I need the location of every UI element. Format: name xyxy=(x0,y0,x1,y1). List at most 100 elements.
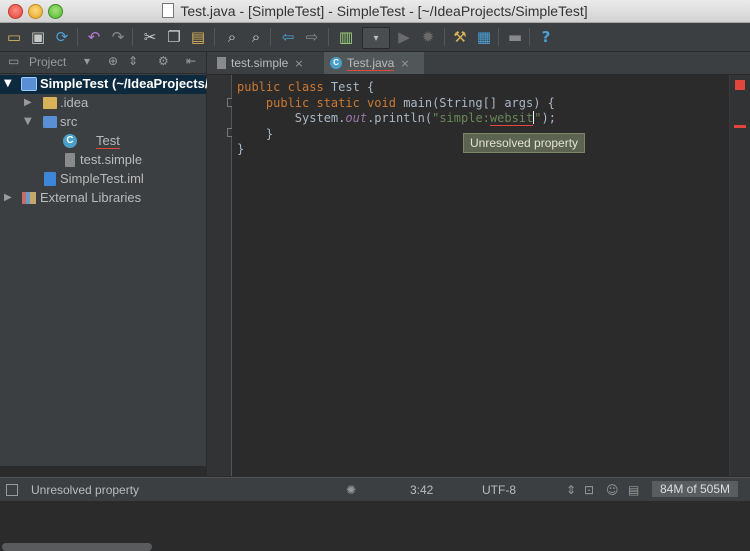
main-toolbar: ▭ ▣ ⟳ ↶ ↷ ✂ ❐ ▤ ⌕ ⌕ ⇦ ⇨ ▥ ▾ ▶ ✹ ⚒ ▦ ▬ ? xyxy=(0,23,750,52)
window-title-text: Test.java - [SimpleTest] - SimpleTest - … xyxy=(180,3,588,19)
toolbar-separator xyxy=(270,28,271,46)
event-log-icon[interactable]: ▤ xyxy=(628,483,639,497)
editor-tab-bar: test.simple × C Test.java × xyxy=(207,52,750,75)
class-icon: C xyxy=(330,57,342,69)
code-text: main(String[] args) { xyxy=(403,95,555,110)
collapse-arrow-icon[interactable]: ▶ xyxy=(4,192,12,203)
module-folder-icon xyxy=(21,77,37,91)
error-indicator-icon[interactable] xyxy=(735,80,745,90)
tree-item-label: External Libraries xyxy=(40,190,142,205)
undo-icon[interactable]: ↶ xyxy=(84,27,104,47)
debug-icon[interactable]: ✹ xyxy=(418,27,438,47)
project-view-icon[interactable]: ▭ xyxy=(8,54,19,68)
code-text: .println( xyxy=(367,111,433,125)
cut-icon[interactable]: ✂ xyxy=(140,27,160,47)
close-tab-icon[interactable]: × xyxy=(294,57,303,70)
hide-panel-icon[interactable]: ⇤ xyxy=(186,54,196,68)
file-icon xyxy=(217,57,226,69)
error-stripe-mark[interactable] xyxy=(734,125,746,128)
progress-spinner-icon: ✺ xyxy=(346,483,357,497)
code-text: Test { xyxy=(330,80,375,94)
save-icon[interactable]: ▣ xyxy=(28,27,48,47)
toolbar-separator xyxy=(498,28,499,46)
document-icon xyxy=(162,3,175,18)
status-bar: Unresolved property ✺ 3:42 UTF-8 ⇕ ⊡ ☺ ▤… xyxy=(0,477,750,501)
tree-item-external-libraries[interactable]: ▶ External Libraries xyxy=(0,189,206,208)
line-separator-icon[interactable]: ⇕ xyxy=(566,483,576,497)
lock-icon[interactable]: ⊡ xyxy=(584,483,594,497)
copy-icon[interactable]: ❐ xyxy=(164,27,184,47)
sdk-icon[interactable]: ▬ xyxy=(505,27,525,47)
toolbar-separator xyxy=(214,28,215,46)
gear-icon[interactable]: ⚙ xyxy=(158,54,169,68)
error-tooltip: Unresolved property xyxy=(463,133,586,153)
toolbar-separator xyxy=(132,28,133,46)
project-panel-label[interactable]: Project xyxy=(29,55,66,69)
tab-test-java[interactable]: C Test.java × xyxy=(324,52,424,74)
make-icon[interactable]: ▥ xyxy=(336,27,356,47)
keyword: public static void xyxy=(265,95,404,110)
toolbar-separator xyxy=(444,28,445,46)
find-icon[interactable]: ⌕ xyxy=(222,27,242,47)
tree-item-test-simple[interactable]: test.simple xyxy=(0,151,206,170)
folder-icon xyxy=(43,97,57,109)
project-panel-header: ▭ Project ▾ ⊕ ⇕ ⚙ ⇤ xyxy=(0,52,207,74)
inspector-icon[interactable]: ☺ xyxy=(606,483,619,497)
redo-icon[interactable]: ↷ xyxy=(108,27,128,47)
string-literal: "simple: xyxy=(432,111,490,125)
library-icon xyxy=(22,192,36,204)
replace-icon[interactable]: ⌕ xyxy=(246,27,266,47)
tab-label: Test.java xyxy=(347,55,395,71)
error-stripe[interactable] xyxy=(729,75,750,476)
paste-icon[interactable]: ▤ xyxy=(188,27,208,47)
memory-indicator[interactable]: 84M of 505M xyxy=(652,481,738,497)
help-icon[interactable]: ? xyxy=(536,27,556,47)
tree-item-label: test.simple xyxy=(80,152,143,167)
navigate-forward-icon[interactable]: ⇨ xyxy=(302,27,322,47)
window-title: Test.java - [SimpleTest] - SimpleTest - … xyxy=(0,3,750,19)
caret-position[interactable]: 3:42 xyxy=(410,483,433,497)
panel-dropdown-icon[interactable]: ▾ xyxy=(84,54,90,68)
tab-label: test.simple xyxy=(231,56,289,70)
horizontal-scrollbar[interactable] xyxy=(2,543,152,551)
expand-arrow-icon[interactable]: ▼ xyxy=(24,116,32,127)
sync-icon[interactable]: ⟳ xyxy=(52,27,72,47)
keyword: public class xyxy=(237,80,331,94)
expand-arrow-icon[interactable]: ▼ xyxy=(4,78,12,89)
code-text: System. xyxy=(294,111,346,125)
tree-item-label: .idea xyxy=(60,95,89,110)
run-icon[interactable]: ▶ xyxy=(394,27,414,47)
code-text: ); xyxy=(541,111,556,125)
project-structure-icon[interactable]: ▦ xyxy=(474,27,494,47)
code-line-1: public class Test { xyxy=(237,80,556,96)
tree-item-idea[interactable]: ▶ .idea xyxy=(0,94,206,113)
toolbar-separator xyxy=(328,28,329,46)
tree-item-src[interactable]: ▼ src xyxy=(0,113,206,132)
tab-test-simple[interactable]: test.simple × xyxy=(217,52,315,74)
tree-item-simpletest[interactable]: ▼ SimpleTest (~/IdeaProjects/ xyxy=(0,75,208,94)
status-message: Unresolved property xyxy=(31,483,140,497)
iml-icon xyxy=(44,172,56,186)
tree-item-test-class[interactable]: C Test xyxy=(0,132,206,151)
collapse-all-icon[interactable]: ⇕ xyxy=(128,54,138,68)
code-line-3: System.out.println("simple:websit"); xyxy=(237,111,556,127)
file-encoding[interactable]: UTF-8 xyxy=(482,483,516,497)
open-folder-icon[interactable]: ▭ xyxy=(4,27,24,47)
toolbar-separator xyxy=(77,28,78,46)
settings-icon[interactable]: ⚒ xyxy=(450,27,470,47)
static-field: out xyxy=(345,111,368,125)
tree-item-iml[interactable]: SimpleTest.iml xyxy=(0,170,206,189)
source-folder-icon xyxy=(43,116,57,128)
unresolved-property[interactable]: websit xyxy=(489,111,534,126)
toggle-tool-windows-icon[interactable] xyxy=(6,484,18,496)
close-tab-icon[interactable]: × xyxy=(400,57,409,70)
project-tree: ▼ SimpleTest (~/IdeaProjects/ ▶ .idea ▼ … xyxy=(0,74,208,551)
file-icon xyxy=(65,153,75,167)
scroll-from-source-icon[interactable]: ⊕ xyxy=(108,54,118,68)
collapse-arrow-icon[interactable]: ▶ xyxy=(24,97,32,108)
toolbar-separator xyxy=(529,28,530,46)
navigate-back-icon[interactable]: ⇦ xyxy=(278,27,298,47)
run-config-dropdown[interactable]: ▾ xyxy=(362,27,390,49)
tree-item-label: Test xyxy=(96,133,120,149)
